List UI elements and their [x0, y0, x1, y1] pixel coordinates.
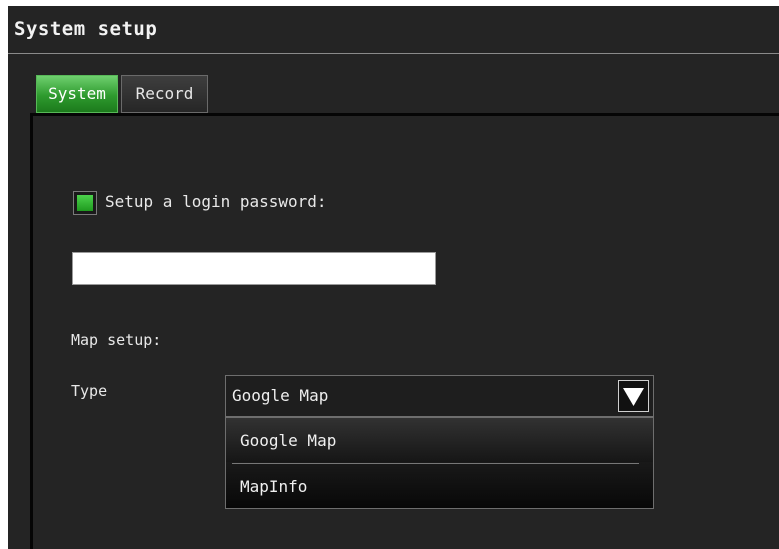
dropdown-option-mapinfo[interactable]: MapInfo: [226, 464, 653, 508]
map-type-dropdown-list: Google Map MapInfo: [225, 417, 654, 509]
map-type-label: Type: [71, 382, 108, 400]
window-title: System setup: [14, 18, 158, 40]
panel-border-top: [30, 113, 779, 116]
map-type-selected-value: Google Map: [232, 386, 329, 405]
tab-record[interactable]: Record: [121, 75, 208, 113]
system-setup-window: System setup System Record Setup a login…: [8, 6, 779, 549]
triangle-down-icon[interactable]: [618, 380, 649, 412]
title-divider: [8, 53, 779, 54]
tab-system[interactable]: System: [36, 75, 118, 113]
panel-border-left: [30, 113, 33, 549]
checkbox-checked-indicator: [77, 195, 93, 211]
login-password-label: Setup a login password:: [105, 192, 327, 211]
password-input[interactable]: [72, 252, 436, 285]
map-type-select[interactable]: Google Map: [225, 375, 654, 417]
option-label: MapInfo: [240, 477, 308, 496]
login-password-checkbox[interactable]: [73, 191, 97, 215]
map-setup-label: Map setup:: [71, 331, 162, 349]
option-label: Google Map: [240, 431, 337, 450]
dropdown-option-google-map[interactable]: Google Map: [226, 418, 653, 462]
